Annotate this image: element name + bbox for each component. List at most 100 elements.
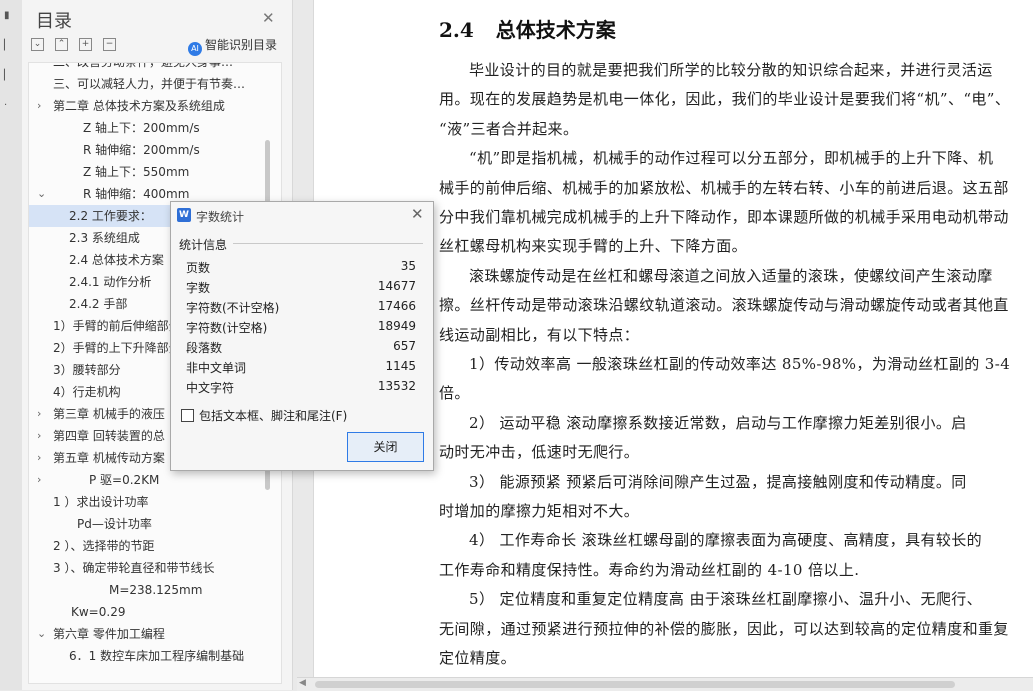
chevron-down-icon[interactable]: ⌄ [37,623,46,645]
heading-text: 总体技术方案 [495,18,616,42]
chevron-right-icon[interactable]: › [37,425,41,447]
toc-item[interactable]: 2 ）、选择带的节距 [29,535,269,557]
include-textbox-checkbox[interactable] [181,409,194,422]
toc-item-label: 二、改善劳动条件，避免人身事… [53,62,234,69]
toc-item-label: Z 轴上下：200mm/s [83,121,200,135]
toc-item[interactable]: Z 轴上下：550mm [29,161,269,183]
toc-item-label: 2.4.1 动作分析 [69,275,152,289]
toc-item[interactable]: 3 ）、确定带轮直径和带节线长 [29,557,269,579]
toc-item[interactable]: Z 轴上下：200mm/s [29,117,269,139]
body-text-line: 丝杠螺母机构来实现手臂的上升、下降方面。 [439,237,748,256]
body-text-line: 无间隙，通过预紧进行预拉伸的补偿的膨胀，因此，可以达到较高的定位精度和重复 [439,619,1009,638]
remove-heading-icon[interactable]: − [103,38,116,51]
toc-item[interactable]: ⌄ 第六章 零件加工编程 [29,623,269,645]
include-textbox-label[interactable]: 包括文本框、脚注和尾注(F) [199,407,347,424]
stat-value: 13532 [377,379,416,393]
toc-item[interactable]: R 轴伸缩：200mm/s [29,139,269,161]
toc-item[interactable]: 三、可以减轻人力，并便于有节奏… [29,73,269,95]
body-text-line: 定位精度。 [439,649,517,667]
body-text-line: 5） 定位精度和重复定位精度高 由于滚珠丝杠副摩擦小、温升小、无爬行、 [469,590,983,609]
strip-marker-icon[interactable]: · [4,100,12,114]
strip-marker-icon[interactable]: ▏ [4,70,12,84]
expand-up-icon[interactable]: ⌃ [55,38,68,51]
stat-row: 字数 14677 [186,279,416,299]
stat-row: 字符数(计空格) 18949 [186,319,416,339]
toc-item-label: 4）行走机构 [53,385,121,399]
body-text-line: 倍。 [439,384,470,403]
toc-item-label: Z 轴上下：550mm [83,165,190,179]
body-text-line: “机”即是指机械，机械手的动作过程可以分五部分，即机械手的上升下降、机 [469,149,994,168]
toc-item-label: 6．1 数控车床加工程序编制基础 [69,649,245,663]
horizontal-scrollbar[interactable]: ◀ [297,677,1033,691]
left-toolbar-strip: ▮ ▏ ▏ · [0,0,23,690]
toc-item-label: Kw=0.29 [71,605,126,619]
close-icon[interactable]: ✕ [262,9,275,27]
body-text-line: “液”三者合并起来。 [439,119,579,138]
toc-item[interactable]: M=238.125mm [29,579,269,601]
body-text-line: 擦。丝杆传动是带动滚珠沿螺纹轨道滚动。滚珠螺旋传动与滑动螺旋传动或者其他直 [439,296,1009,315]
toc-item-label: 2.4.2 手部 [69,297,128,311]
body-text-line: 4） 工作寿命长 滚珠丝杠螺母副的摩擦表面为高硬度、高精度，具有较长的 [469,531,983,550]
stat-row: 段落数 657 [186,339,416,359]
toc-item-label: 第三章 机械手的液压 [53,407,165,421]
toc-title: 目录 [36,11,72,32]
stat-label: 页数 [186,261,211,275]
toc-item[interactable]: 1 ）求出设计功率 [29,491,269,513]
stat-value: 1145 [385,359,416,373]
chevron-down-icon[interactable]: ⌄ [37,183,46,205]
strip-marker-icon[interactable]: ▏ [4,40,12,54]
add-heading-icon[interactable]: + [79,38,92,51]
body-text-line: 3） 能源预紧 预紧后可消除间隙产生过盈，提高接触刚度和传动精度。同 [469,472,967,491]
body-text-line: 工作寿命和精度保持性。寿命约为滑动丝杠副的 4-10 倍以上. [439,560,860,579]
toc-item-label: P 驱=0.2KM [89,473,160,487]
stat-row: 非中文单词 1145 [186,359,416,379]
toc-item[interactable]: 6．1 数控车床加工程序编制基础 [29,645,269,667]
toc-item[interactable]: Pd—设计功率 [29,513,269,535]
body-text-line: 械手的前伸后缩、机械手的加紧放松、机械手的左转右转、小车的前进后退。这五部 [439,178,1009,197]
toc-item-label: M=238.125mm [109,583,203,597]
body-text-line: 时增加的摩擦力矩相对不大。 [439,502,640,520]
body-text-line: 毕业设计的目的就是要把我们所学的比较分散的知识综合起来，并进行灵活运 [469,61,993,79]
toc-item[interactable]: › P 驱=0.2KM [29,469,269,491]
toc-item-label: Pd—设计功率 [77,517,152,531]
toc-item-label: 2.2 工作要求： [69,209,152,223]
toc-item-label: R 轴伸缩：200mm/s [83,143,200,157]
toc-item-label: 第二章 总体技术方案及系统组成 [53,99,225,113]
stat-label: 段落数 [186,341,223,355]
smart-toc-label: 智能识别目录 [205,38,278,52]
stat-value: 14677 [377,279,416,293]
toc-item[interactable]: › 第二章 总体技术方案及系统组成 [29,95,269,117]
stat-value: 35 [400,259,416,273]
stat-label: 字数 [186,281,211,295]
body-text-line: 分中我们靠机械完成机械手的上升下降动作，即本课题所做的机械手采用电动机带动 [439,208,1009,226]
body-text-line: 动时无冲击，低速时无爬行。 [439,443,640,462]
strip-marker-icon[interactable]: ▮ [4,10,12,24]
body-text-line: 滚珠螺旋传动是在丝杠和螺母滚道之间放入适量的滚珠，使螺纹间产生滚动摩 [469,266,993,285]
close-icon[interactable]: ✕ [411,205,424,223]
ai-icon: AI [188,42,202,56]
toc-item[interactable]: 二、改善劳动条件，避免人身事… [29,62,269,73]
chevron-right-icon[interactable]: › [37,469,41,491]
body-text-line: 线运动副相比，有以下特点： [439,325,640,344]
stat-row: 中文字符 13532 [186,379,416,399]
stat-label: 非中文单词 [186,361,247,375]
stat-row: 页数 35 [186,259,416,279]
chevron-right-icon[interactable]: › [37,95,41,117]
toc-item-label: 3 ）、确定带轮直径和带节线长 [53,561,215,575]
chevron-right-icon[interactable]: › [37,447,41,469]
stat-label: 字符数(计空格) [186,321,268,335]
stats-section-label: 统计信息 [179,238,228,252]
scrollbar-thumb[interactable] [315,681,955,688]
stat-label: 字符数(不计空格) [186,301,280,315]
scroll-left-icon[interactable]: ◀ [299,678,306,688]
smart-toc-button[interactable]: AI 智能识别目录 [188,36,277,56]
word-count-dialog: W 字数统计 ✕ 统计信息 页数 35 字数 14677 字符数(不计空格) 17466 字… [170,201,434,471]
stat-value: 17466 [377,299,416,313]
toc-item-label: 2.4 总体技术方案 [69,253,164,267]
close-button[interactable]: 关闭 [347,432,424,462]
collapse-all-icon[interactable]: ⌄ [31,38,44,51]
section-divider [233,243,423,244]
chevron-right-icon[interactable]: › [37,403,41,425]
toc-item-label: 2.3 系统组成 [69,231,140,245]
toc-item[interactable]: Kw=0.29 [29,601,269,623]
